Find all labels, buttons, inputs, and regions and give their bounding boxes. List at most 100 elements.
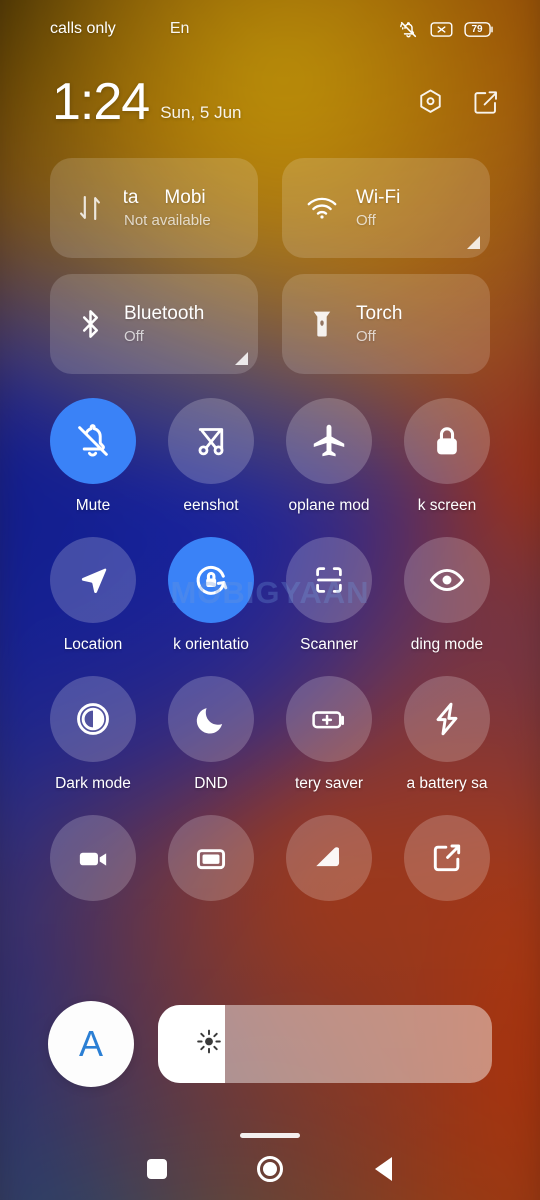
toggle-grid: Mute eenshot oplane mod k screen Locatio… [0, 374, 540, 793]
tile-wifi-texts: Wi-Fi Off [356, 187, 400, 229]
toggle-lock-screen[interactable]: k screen [388, 398, 506, 515]
tile-title-segment-1: ata [124, 187, 139, 208]
toggle-dark-mode-label: Dark mode [55, 775, 131, 792]
toggle-dnd-label: DND [194, 775, 228, 792]
tile-torch-texts: Torch Off [356, 303, 402, 345]
airplane-icon [286, 398, 372, 484]
tile-mobile-data-subtitle: Not available [124, 212, 211, 229]
toggle-ultra-battery-saver-label: a battery sa [406, 775, 488, 792]
auto-brightness-label: A [78, 1023, 103, 1064]
hexagon-settings-icon[interactable] [416, 88, 445, 122]
brightness-slider[interactable] [158, 1005, 492, 1083]
padlock-icon [404, 398, 490, 484]
tile-title-segment-2: Mobi [164, 187, 206, 208]
triangle-left-icon [374, 1157, 392, 1181]
bell-mute-icon [400, 21, 417, 37]
control-center-screen: calls only En 79 1:24 Sun, 5 Jun ta Mobi… [0, 0, 540, 1200]
eye-icon [404, 537, 490, 623]
scan-frame-icon [286, 537, 372, 623]
nav-recents-button[interactable] [134, 1146, 180, 1192]
tile-row-1: ata Mobi Not available Wi-Fi Off [50, 158, 490, 258]
status-bar-icons: 79 [398, 19, 494, 40]
bluetooth-icon [74, 308, 106, 340]
toggle-mute[interactable]: Mute [34, 398, 152, 515]
status-carrier-label: calls only [50, 20, 116, 37]
drag-handle-area [0, 1119, 540, 1138]
toggle-ultra-battery-saver[interactable]: a battery sa [388, 676, 506, 793]
toggle-floating-window[interactable] [388, 815, 506, 914]
toggle-dnd[interactable]: DND [152, 676, 270, 793]
toggle-scanner-label: Scanner [300, 636, 358, 653]
toggle-screenshot[interactable]: eenshot [152, 398, 270, 515]
nav-home-button[interactable] [247, 1146, 293, 1192]
tile-mobile-data[interactable]: ata Mobi Not available [50, 158, 258, 258]
battery-percent-label: 79 [471, 23, 483, 35]
tile-bluetooth[interactable]: Bluetooth Off [50, 274, 258, 374]
tile-wifi-subtitle: Off [356, 212, 376, 229]
edit-square-icon[interactable] [471, 88, 500, 122]
navigation-bar [0, 1138, 540, 1200]
battery-indicator: 79 [464, 21, 494, 38]
toggle-reading-mode-label: ding mode [410, 636, 484, 653]
sim-x-icon [430, 21, 453, 37]
tile-torch-subtitle: Off [356, 328, 376, 345]
tile-bluetooth-subtitle: Off [124, 328, 144, 345]
torch-icon [306, 308, 338, 340]
header-actions [416, 88, 500, 122]
contrast-circle-icon [50, 676, 136, 762]
wifi-icon [306, 196, 338, 220]
clock-row: 1:24 Sun, 5 Jun [0, 58, 540, 128]
toggle-airplane-mode-label: oplane mod [288, 497, 370, 514]
status-bar: calls only En 79 [0, 0, 540, 58]
square-icon [146, 1159, 167, 1179]
toggle-location-label: Location [63, 636, 123, 653]
tile-torch-title: Torch [356, 303, 403, 324]
tile-bluetooth-title: Bluetooth [124, 303, 205, 324]
bell-slash-icon [50, 398, 136, 484]
toggle-screen-recorder[interactable] [34, 815, 152, 914]
toggle-reading-mode[interactable]: ding mode [388, 537, 506, 654]
toggle-cast[interactable] [152, 815, 270, 914]
tile-torch[interactable]: Torch Off [282, 274, 490, 374]
circle-icon [256, 1156, 283, 1182]
toggle-lock-orientation[interactable]: k orientatio [152, 537, 270, 654]
tile-bluetooth-texts: Bluetooth Off [124, 303, 204, 345]
clock-time: 1:24 [52, 73, 150, 131]
rotate-lock-icon [168, 537, 254, 623]
toggle-lock-orientation-label: k orientatio [173, 636, 249, 653]
tile-wifi-title: Wi-Fi [356, 187, 401, 208]
tile-bluetooth-expand-corner[interactable] [235, 352, 248, 365]
tile-mobile-data-title: ata Mobi [124, 187, 206, 209]
toggle-battery-saver-label: tery saver [294, 775, 364, 792]
scissors-crop-icon [168, 398, 254, 484]
tilted-card-icon [286, 815, 372, 901]
toggle-dark-mode[interactable]: Dark mode [34, 676, 152, 793]
video-camera-icon [50, 815, 136, 901]
toggle-location[interactable]: Location [34, 537, 152, 654]
toggle-screenshot-label: eenshot [183, 497, 239, 514]
lightning-bolt-icon [404, 676, 490, 762]
nav-back-button[interactable] [360, 1146, 406, 1192]
expand-corner-icon [404, 815, 490, 901]
screen-cast-icon [168, 815, 254, 901]
toggle-lock-screen-label: k screen [417, 497, 477, 514]
battery-plus-icon [286, 676, 372, 762]
moon-icon [168, 676, 254, 762]
tile-wifi-expand-corner[interactable] [467, 236, 480, 249]
quick-tiles: ata Mobi Not available Wi-Fi Off [0, 128, 540, 374]
tile-mobile-data-texts: ata Mobi Not available [124, 187, 218, 229]
toggle-second-space[interactable] [270, 815, 388, 914]
tile-row-2: Bluetooth Off Torch Off [50, 274, 490, 374]
toggle-airplane-mode[interactable]: oplane mod [270, 398, 388, 515]
clock-date: Sun, 5 Jun [160, 103, 242, 122]
status-carrier-secondary-label: En [169, 20, 190, 37]
toggle-battery-saver[interactable]: tery saver [270, 676, 388, 793]
toggle-mute-label: Mute [75, 497, 111, 514]
toggle-grid-partial [0, 793, 540, 914]
brightness-panel: A [0, 969, 540, 1119]
sun-icon [194, 1027, 224, 1062]
tile-wifi[interactable]: Wi-Fi Off [282, 158, 490, 258]
data-transfer-icon [74, 193, 106, 223]
toggle-scanner[interactable]: Scanner [270, 537, 388, 654]
auto-brightness-button[interactable]: A [48, 1001, 134, 1087]
